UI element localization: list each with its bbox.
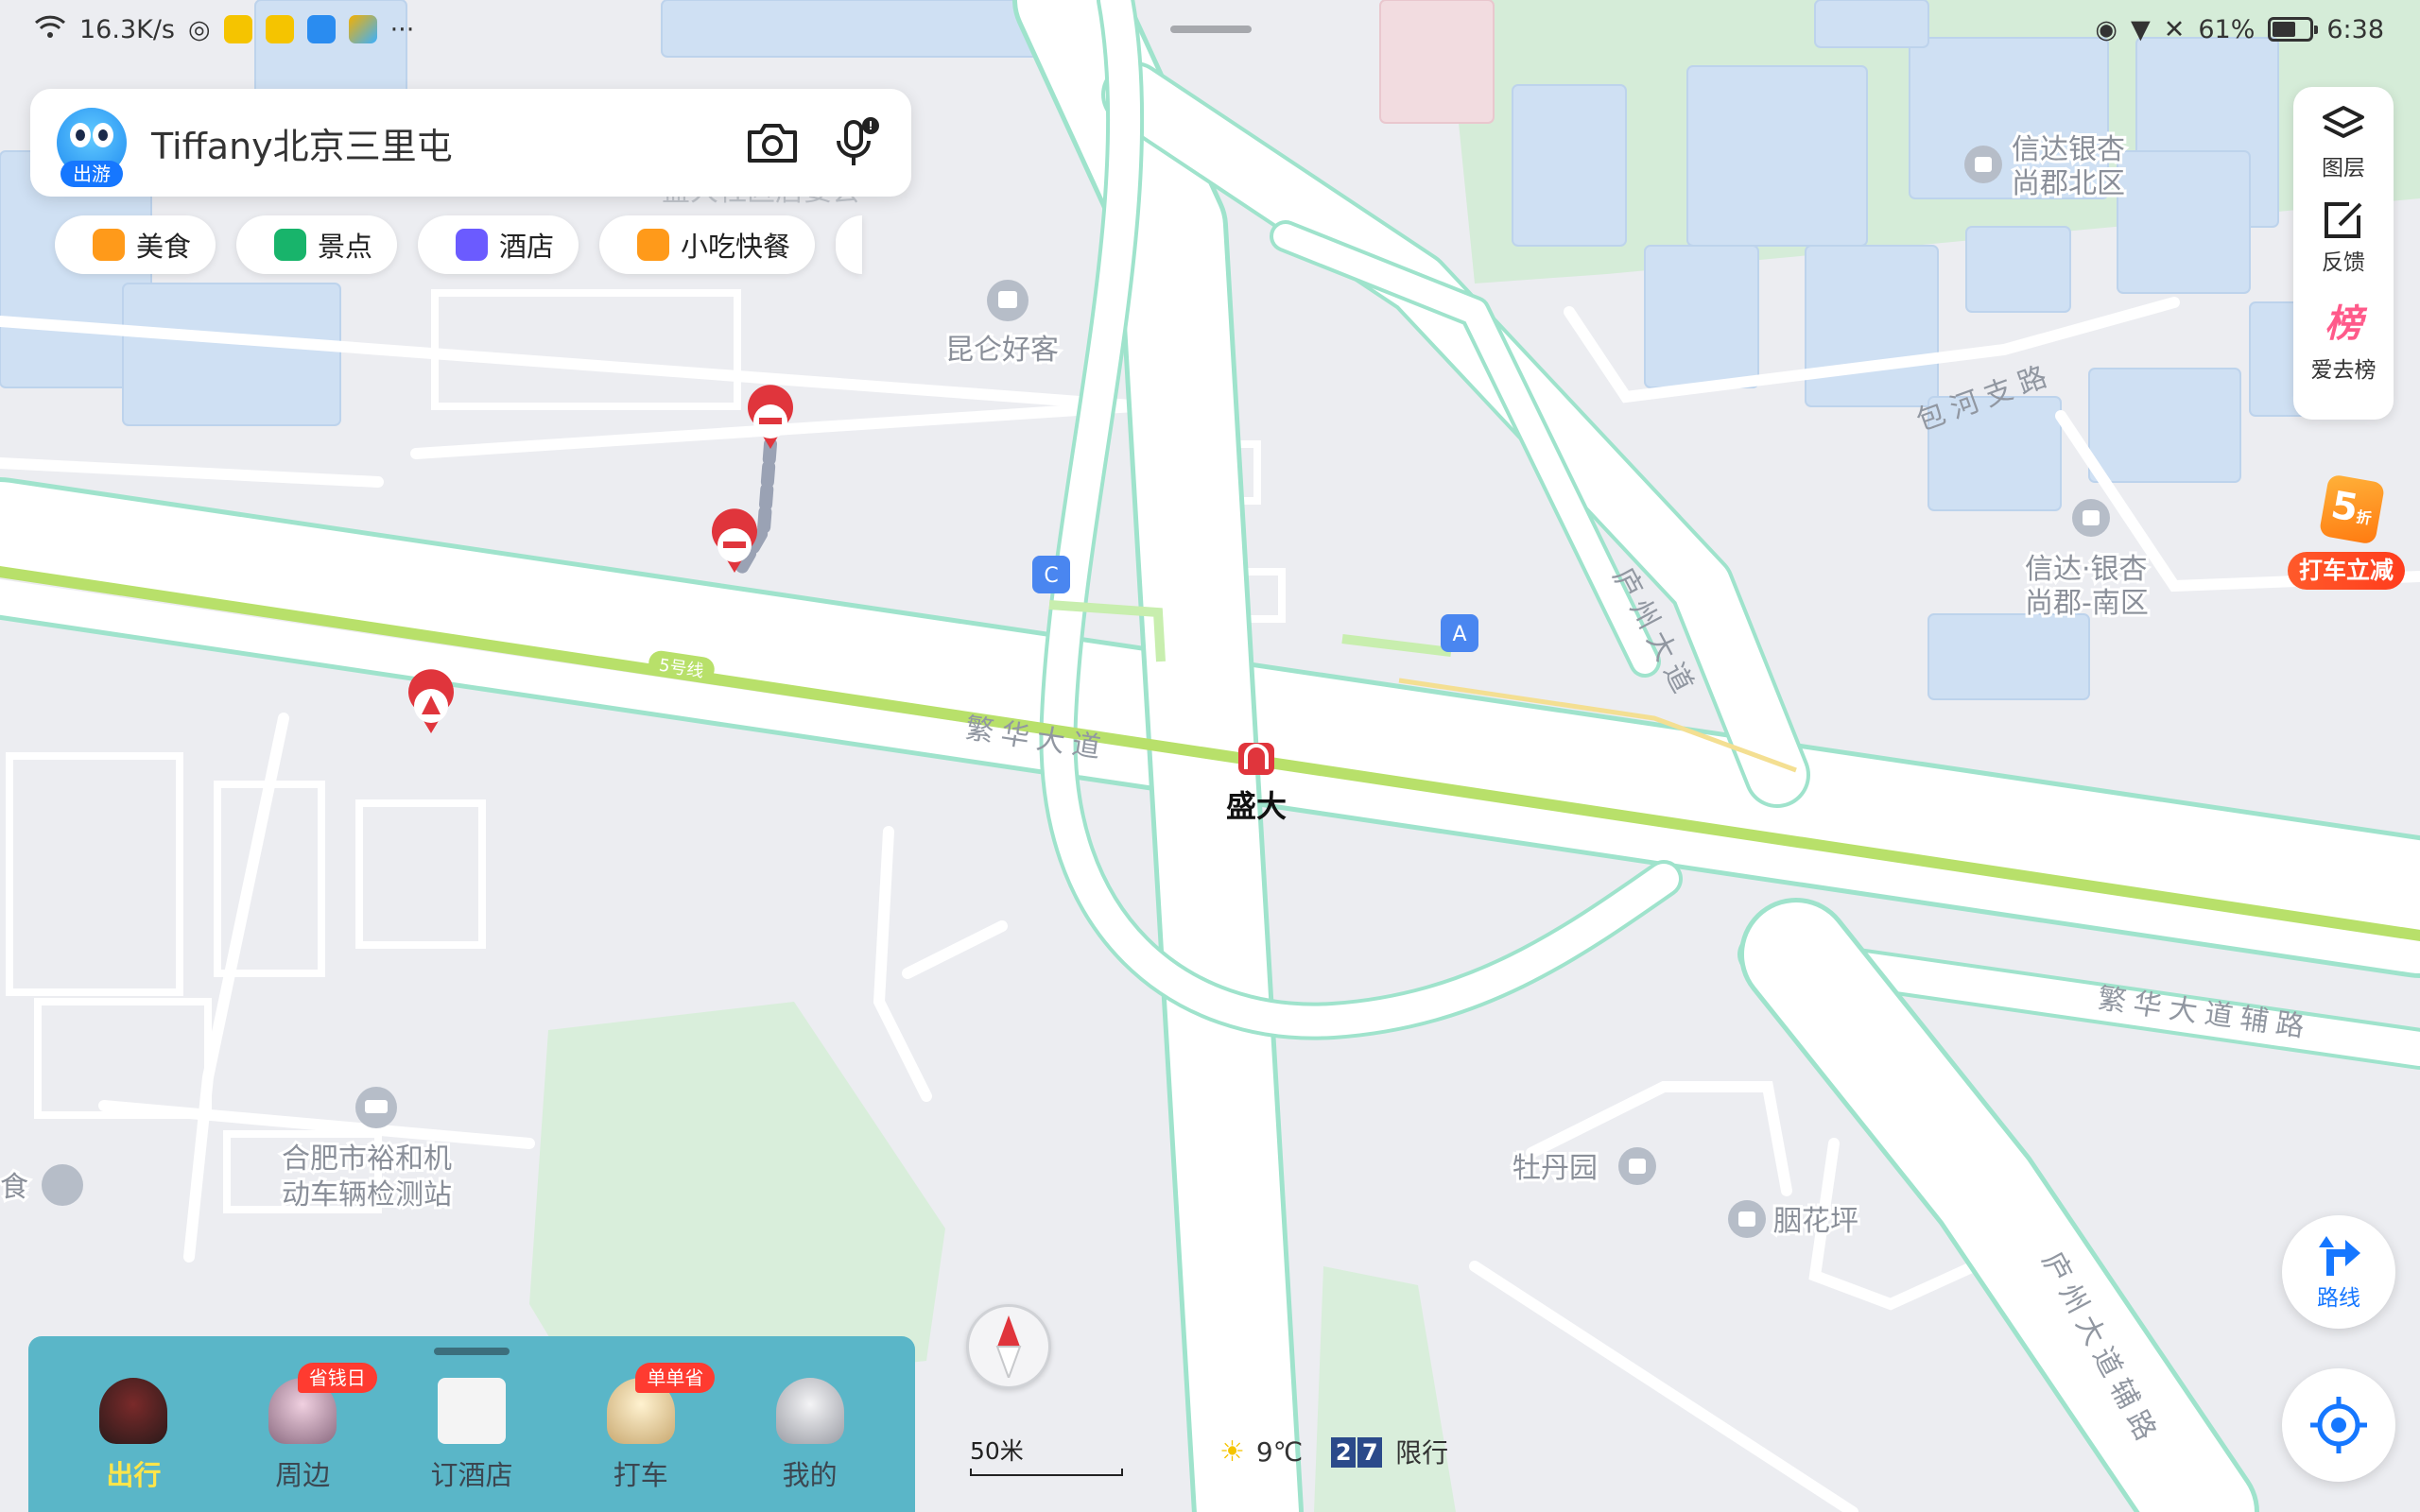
nav-item-travel[interactable]: 出行 [49, 1378, 218, 1512]
battery-icon [2268, 17, 2319, 42]
promo-label: 打车立减 [2288, 552, 2405, 590]
poi-label-vehicle-2[interactable]: 动车辆检测站 [279, 1176, 455, 1214]
metro-exit-c[interactable]: C [1032, 556, 1070, 593]
sun-icon: ☀ [1219, 1435, 1245, 1469]
scale-bar [970, 1469, 1123, 1476]
food-icon [42, 1164, 83, 1206]
food-icon [93, 229, 125, 261]
hotel-icon [456, 229, 489, 261]
metro-exit-a[interactable]: A [1441, 614, 1478, 652]
more-notifications: ··· [389, 14, 415, 44]
profile-avatar-icon [775, 1378, 844, 1444]
app-notification-icon [265, 15, 294, 43]
location-icon: ▼ [2130, 14, 2151, 44]
nav-badge: 单单省 [635, 1363, 716, 1393]
weather-info[interactable]: ☀ 9℃ 27 限行 [1219, 1433, 1448, 1470]
wifi-icon [34, 13, 66, 46]
poi-label-food-partial[interactable]: 食 [0, 1168, 31, 1207]
map-scale: 50米 [970, 1433, 1123, 1476]
network-speed: 16.3K/s [79, 14, 175, 44]
top-pull-handle[interactable] [1170, 26, 1252, 33]
svg-text:C: C [1044, 564, 1058, 588]
poi-label-mudan[interactable]: 牡丹园 [1510, 1149, 1600, 1188]
eye-comfort-icon: ◉ [2095, 14, 2118, 44]
locate-icon [2310, 1397, 2367, 1453]
locate-button[interactable] [2282, 1368, 2395, 1482]
nav-drag-handle[interactable] [434, 1348, 510, 1355]
voice-button[interactable] [822, 110, 889, 176]
temperature: 9℃ [1255, 1435, 1304, 1468]
chip-hotel[interactable]: 酒店 [418, 215, 579, 274]
camera-button[interactable] [739, 110, 805, 176]
nav-item-hotel[interactable]: 订酒店 [388, 1378, 557, 1512]
hotspot-icon: ◎ [188, 14, 211, 44]
ranking-icon: 榜 [2325, 302, 2362, 346]
bottom-nav: 出行 省钱日 周边 订酒店 单单省 打车 我的 [28, 1336, 915, 1512]
category-chips: 美食 景点 酒店 小吃快餐 [55, 215, 863, 274]
nav-item-nearby[interactable]: 省钱日 周边 [218, 1363, 388, 1512]
discount-badge: 5折 [2318, 473, 2386, 545]
nav-item-me[interactable]: 我的 [725, 1378, 894, 1512]
photos-icon [348, 15, 377, 43]
clock: 6:38 [2326, 14, 2384, 44]
nav-item-taxi[interactable]: 单单省 打车 [556, 1363, 725, 1512]
compass-icon [995, 1315, 1022, 1378]
microphone-icon [837, 117, 879, 165]
taxi-discount-promo[interactable]: 5折 打车立减 [2286, 473, 2405, 590]
avatar-tag: 出游 [60, 161, 123, 187]
poi-label-yanhua[interactable]: 胭花坪 [1771, 1202, 1861, 1241]
poi-label-xinda-south-1[interactable]: 信达·银杏 [2022, 550, 2151, 589]
chip-food[interactable]: 美食 [55, 215, 216, 274]
poi-label-xinda-south-2[interactable]: 尚郡-南区 [2022, 584, 2152, 623]
route-arrow-icon [2319, 1236, 2360, 1276]
mute-icon: ✕ [2163, 14, 2186, 44]
camera-icon [748, 124, 797, 163]
hotel-avatar-icon [437, 1378, 506, 1444]
poi-label-xinda-north-2[interactable]: 尚郡北区 [2009, 164, 2128, 203]
route-button[interactable]: 路线 [2282, 1215, 2395, 1329]
battery-percent: 61% [2198, 14, 2256, 44]
cloud-icon [306, 15, 336, 43]
snack-icon [637, 229, 670, 261]
app-notification-icon [223, 15, 252, 43]
nav-badge: 省钱日 [297, 1363, 377, 1393]
layers-icon [2323, 106, 2364, 138]
layers-button[interactable]: 图层 [2321, 104, 2366, 181]
chip-overflow[interactable] [836, 215, 863, 274]
license-plate-restriction: 27 [1331, 1435, 1384, 1468]
chip-snack[interactable]: 小吃快餐 [599, 215, 816, 274]
station-label[interactable]: 盛大 [1226, 788, 1287, 824]
travel-avatar-icon [99, 1378, 168, 1444]
map-tools-panel: 图层 反馈 榜 爱去榜 [2293, 87, 2394, 420]
ranking-button[interactable]: 榜 爱去榜 [2311, 293, 2377, 384]
poi-label-xinda-north-1[interactable]: 信达银杏 [2009, 130, 2128, 169]
svg-text:A: A [1452, 623, 1466, 646]
search-bar[interactable]: 出游 Tiffany北京三里屯 [30, 89, 911, 197]
mascot-avatar[interactable]: 出游 [57, 108, 127, 187]
poi-label-vehicle-1[interactable]: 合肥市裕和机 [279, 1140, 455, 1178]
metro-station-icon[interactable] [1238, 743, 1274, 775]
search-input[interactable]: Tiffany北京三里屯 [151, 117, 722, 169]
edit-icon [2325, 202, 2362, 238]
restriction-label: 限行 [1395, 1437, 1449, 1469]
scenic-icon [274, 229, 307, 261]
chip-scenic[interactable]: 景点 [236, 215, 398, 274]
poi-label-kunlun[interactable]: 昆仑好客 [942, 331, 1062, 369]
compass-button[interactable] [966, 1304, 1051, 1389]
feedback-button[interactable]: 反馈 [2321, 198, 2366, 276]
